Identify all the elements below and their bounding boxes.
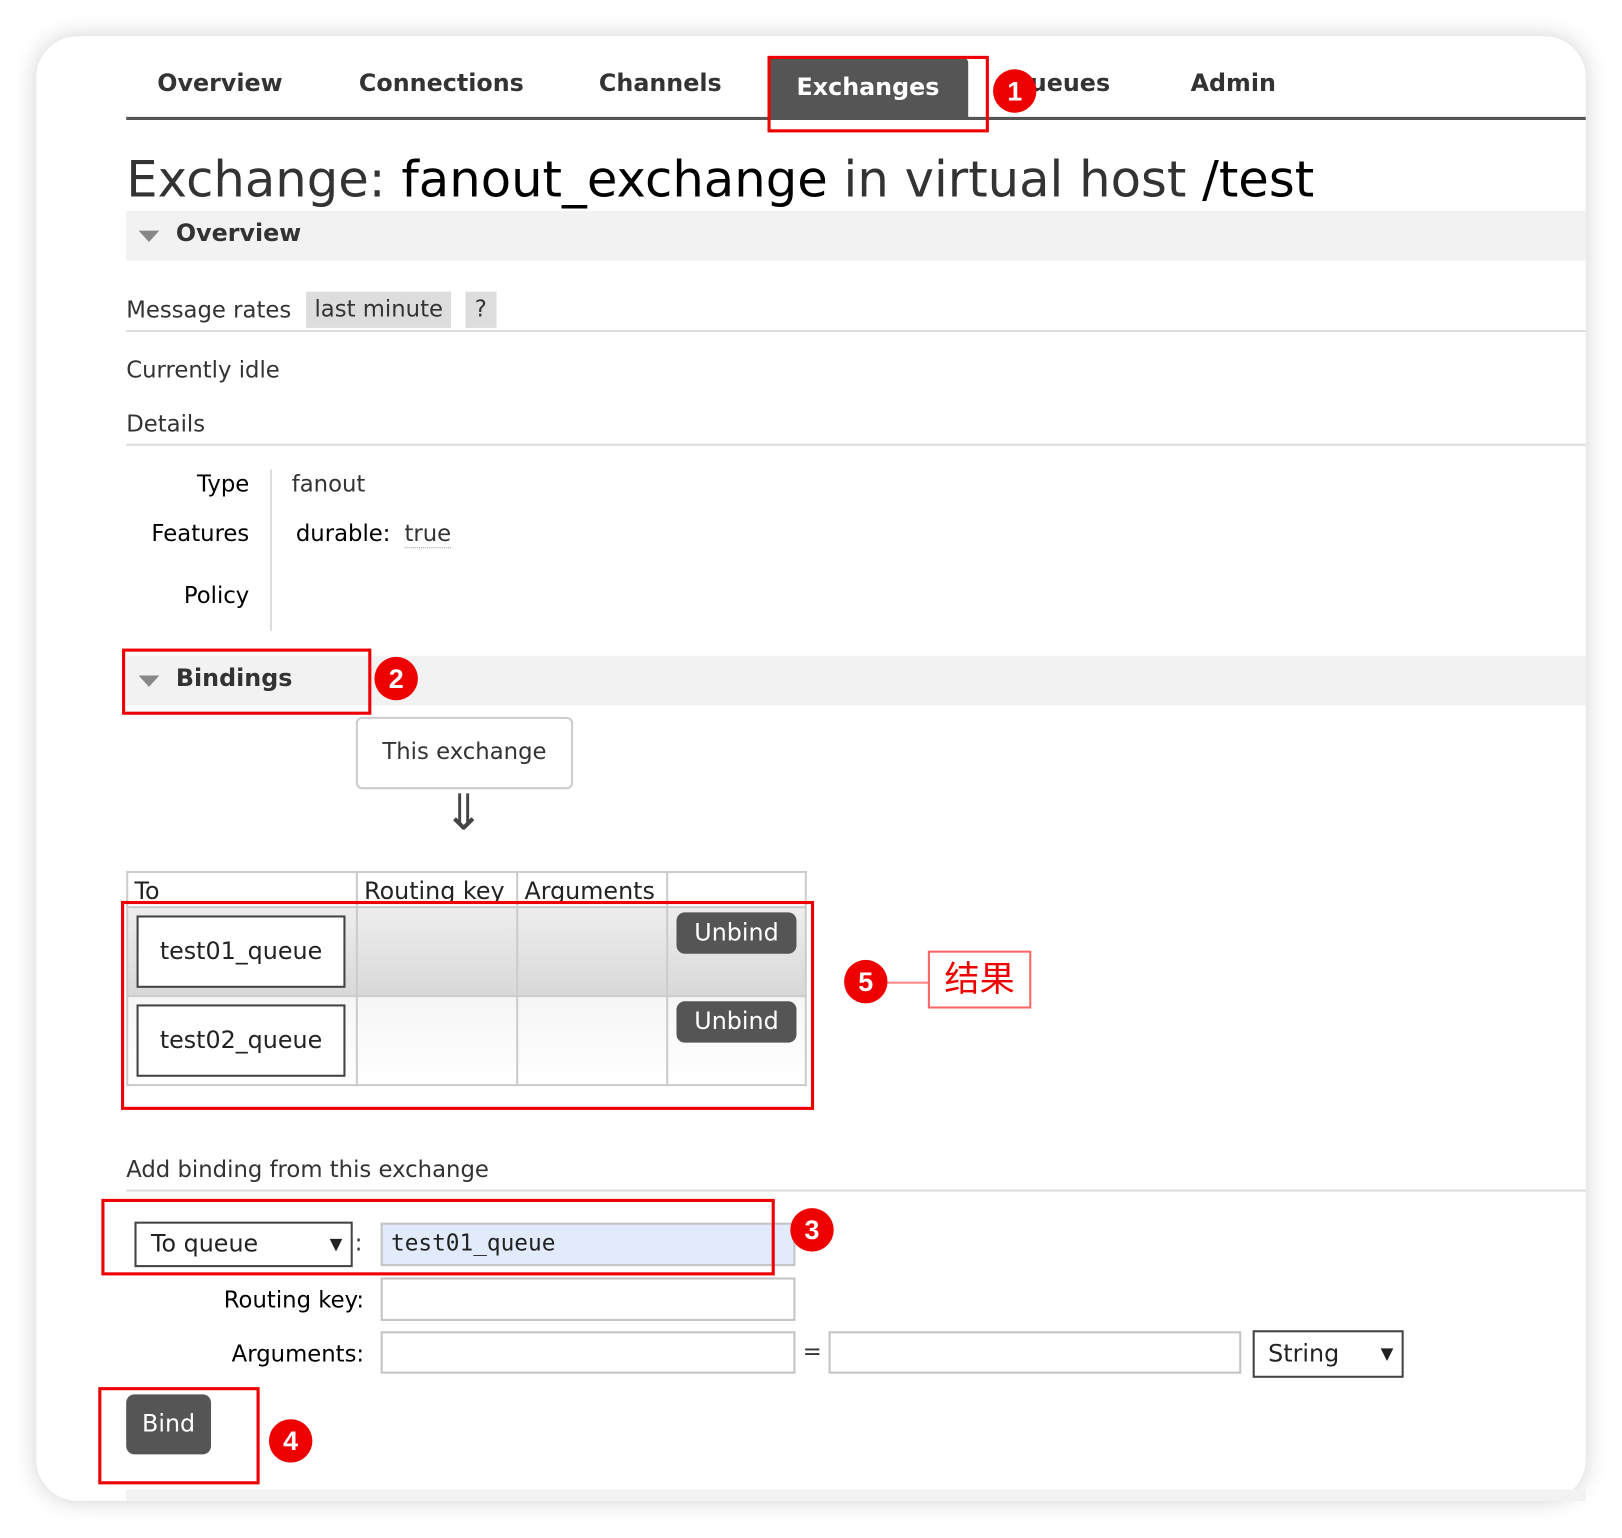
collapse-triangle-icon [138,230,160,243]
title-middle: in virtual host [843,151,1187,209]
annotation-box-2 [122,648,372,715]
tab-overview[interactable]: Overview [157,70,282,97]
exchange-name: fanout_exchange [401,151,828,209]
features-label: Features [151,521,250,548]
routing-key-input[interactable] [380,1277,796,1321]
message-rates-label: Message rates [126,297,292,324]
argument-type-select[interactable]: String ▼ [1252,1330,1404,1378]
argument-type-value: String [1268,1340,1340,1368]
page-title: Exchange: fanout_exchange in virtual hos… [126,151,1314,209]
type-label: Type [197,471,250,498]
result-annotation-label: 结果 [927,950,1032,1009]
overview-section-header[interactable]: Overview [126,211,1586,261]
arguments-label: Arguments: [231,1341,365,1368]
annotation-badge-1: 1 [993,69,1037,113]
divider [126,329,1586,333]
rates-period-selector[interactable]: last minute [306,291,452,328]
annotation-box-1 [767,55,989,133]
type-value: fanout [291,471,366,498]
divider [126,443,1586,446]
argument-key-input[interactable] [380,1331,796,1374]
section-footer [126,1489,1586,1501]
annotation-box-5 [121,900,815,1110]
argument-value-input[interactable] [828,1331,1242,1374]
status-text: Currently idle [126,357,280,384]
overview-section-label: Overview [175,220,302,248]
this-exchange-box: This exchange [355,716,574,790]
help-button[interactable]: ? [465,291,497,328]
annotation-badge-3: 3 [790,1208,834,1252]
divider [126,1189,1586,1192]
annotation-badge-2: 2 [374,656,418,701]
routing-key-label: Routing key: [223,1287,365,1314]
annotation-connector [887,981,929,984]
vhost-name: /test [1202,151,1315,209]
details-divider [269,469,273,631]
details-label: Details [126,411,206,438]
chevron-down-icon: ▼ [1380,1343,1394,1364]
title-prefix: Exchange: [126,151,386,209]
tab-admin[interactable]: Admin [1191,70,1276,97]
features-key: durable: [295,521,391,548]
policy-label: Policy [183,583,250,610]
add-binding-heading: Add binding from this exchange [126,1157,489,1184]
features-value: true [404,521,452,549]
tab-connections[interactable]: Connections [359,70,524,97]
annotation-box-3 [101,1198,775,1276]
tab-channels[interactable]: Channels [599,70,722,97]
annotation-badge-4: 4 [268,1419,313,1463]
equals-sign: = [802,1339,822,1366]
annotation-badge-5: 5 [844,959,888,1004]
annotation-box-4 [98,1387,260,1485]
down-arrow-icon: ⇓ [442,784,485,843]
